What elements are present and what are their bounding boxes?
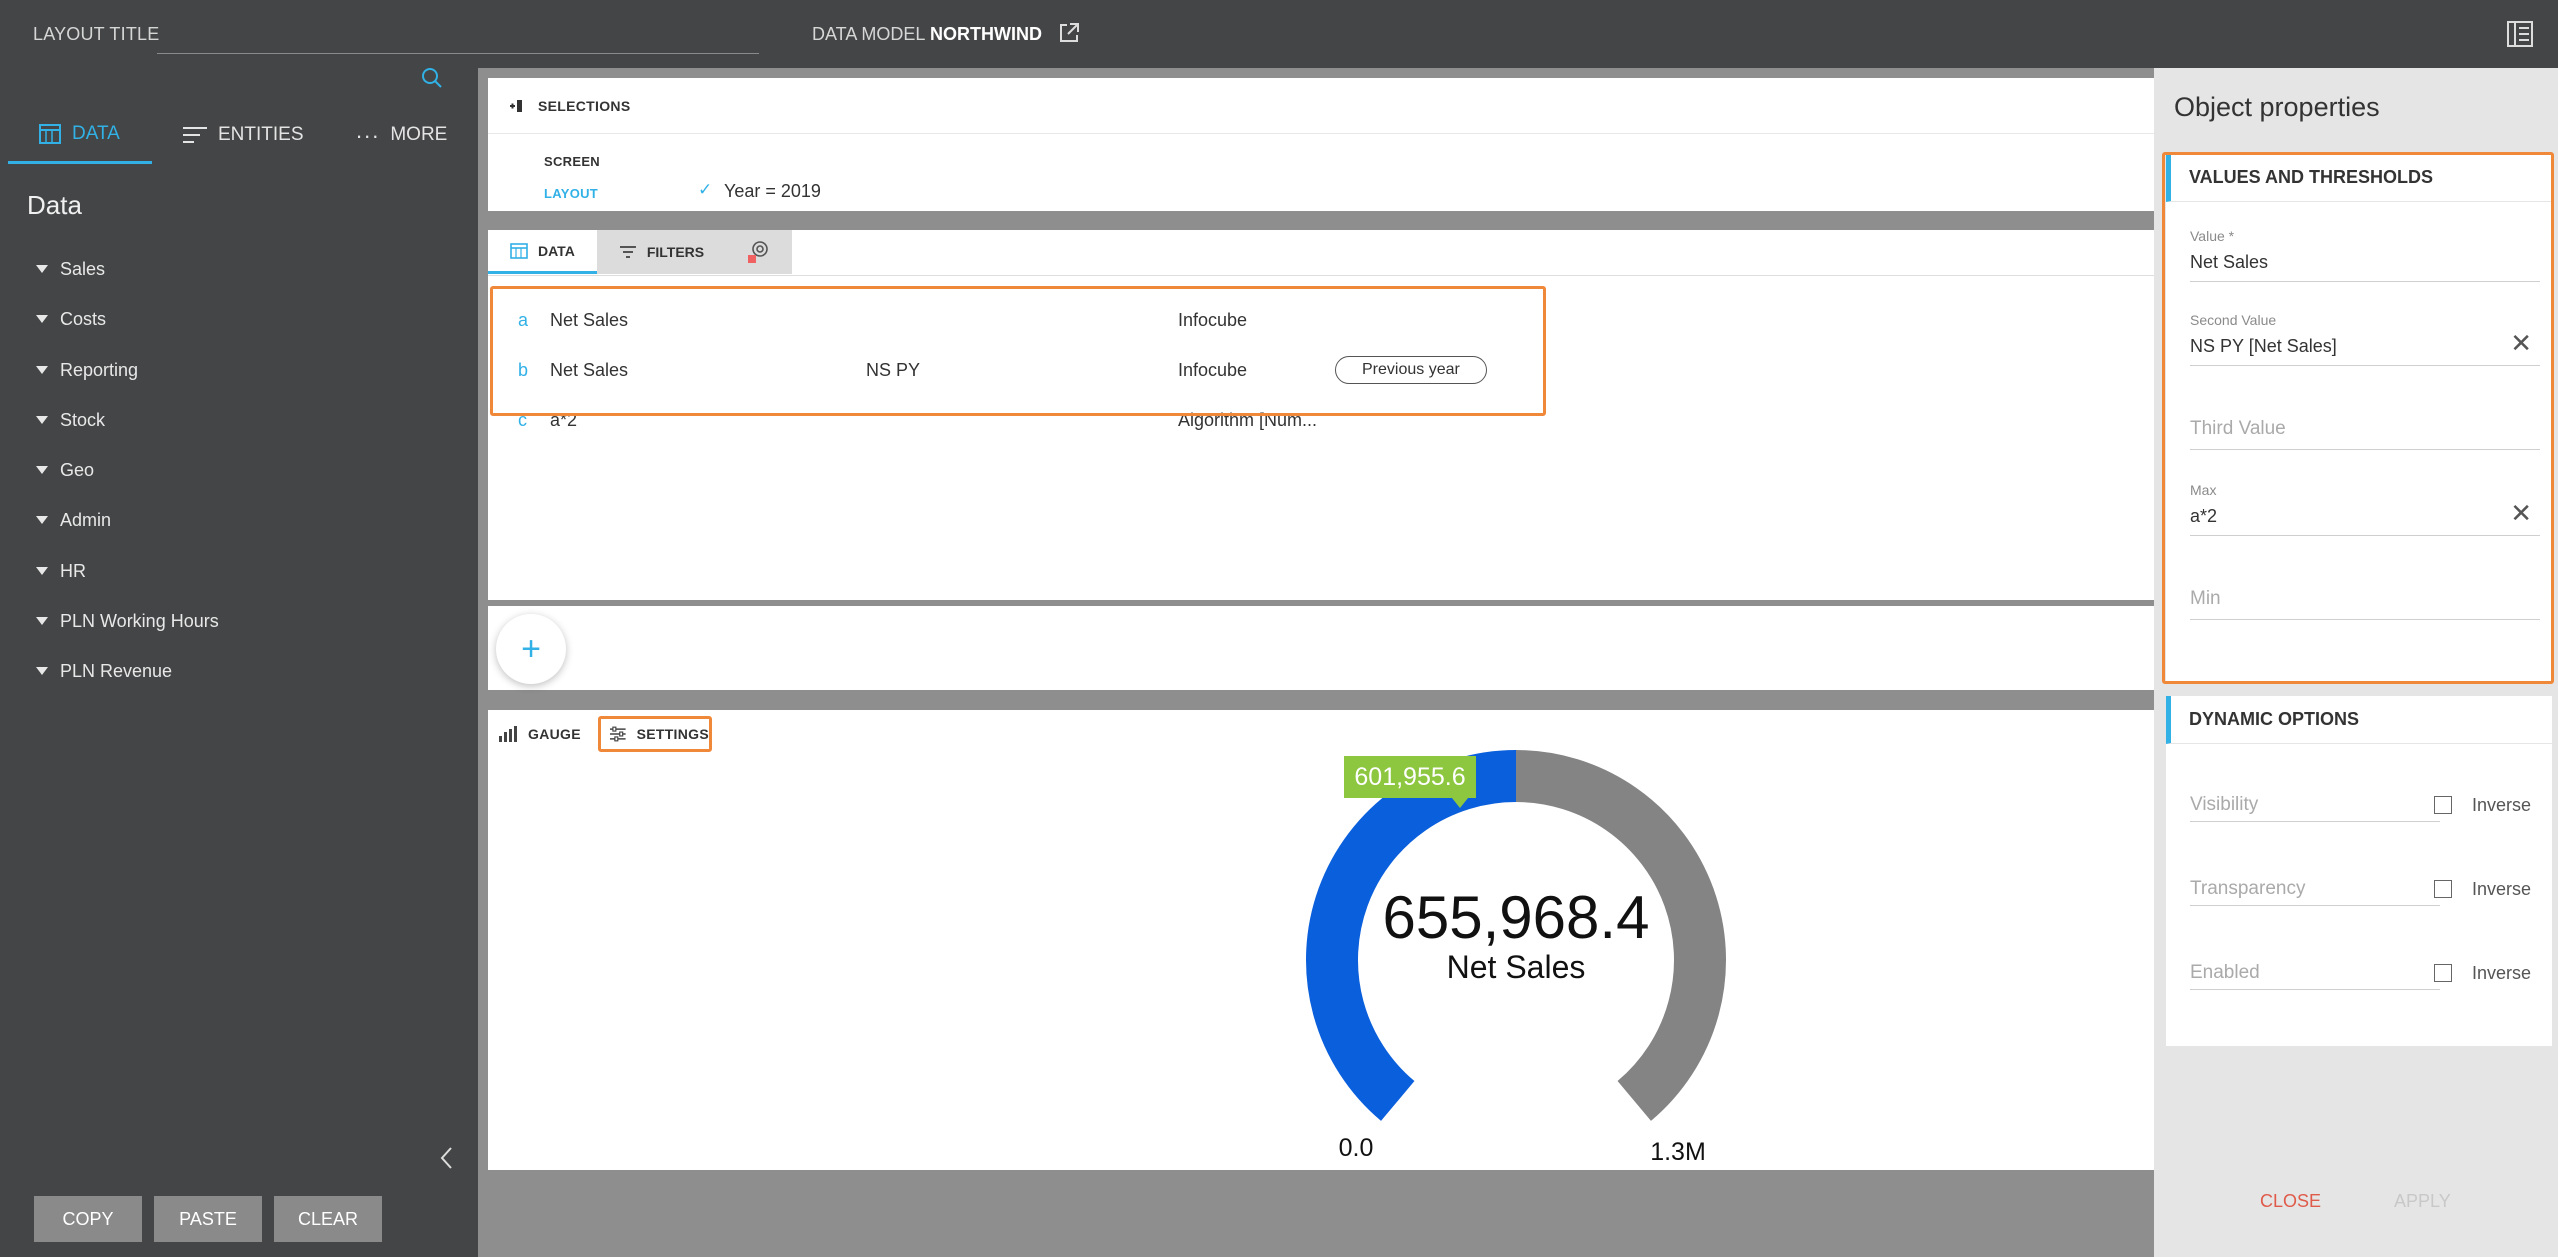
filter-icon <box>619 246 636 258</box>
tab-data-items-label: DATA <box>538 242 575 259</box>
layout-title-label: LAYOUT TITLE <box>33 24 160 44</box>
caret-down-icon <box>36 516 48 524</box>
enabled-field[interactable]: Enabled <box>2190 950 2440 990</box>
visibility-placeholder: Visibility <box>2190 794 2259 815</box>
tab-data-label: DATA <box>72 122 120 144</box>
caret-down-icon <box>36 466 48 474</box>
gauge-marker-label: 601,955.6 <box>1354 763 1465 791</box>
tab-touch[interactable] <box>726 230 793 274</box>
add-bar: + <box>488 606 2154 690</box>
gauge-max-label: 1.3M <box>1650 1138 1706 1166</box>
gauge-measure-label: Net Sales <box>1447 949 1586 985</box>
selections-icon <box>510 99 522 112</box>
tree-item-sales[interactable]: Sales <box>36 254 105 284</box>
layout-label[interactable]: LAYOUT <box>544 186 598 201</box>
gauge-card: GAUGE SETTINGS 601,955.6 655,968.4 Net S… <box>488 710 2154 1170</box>
screen-label[interactable]: SCREEN <box>544 154 600 169</box>
selections-card: SELECTIONS SCREEN LAYOUT ✓ Year = 2019 <box>488 78 2154 211</box>
enabled-inverse-checkbox[interactable] <box>2434 964 2452 982</box>
tab-more-label: MORE <box>390 124 448 145</box>
tree-item-label: Geo <box>60 459 95 480</box>
transparency-field[interactable]: Transparency <box>2190 866 2440 906</box>
layout-title-input[interactable] <box>157 16 759 54</box>
properties-panel-icon[interactable] <box>2506 20 2534 48</box>
caret-down-icon <box>36 567 48 575</box>
tab-more[interactable]: ... MORE <box>356 106 447 164</box>
enabled-placeholder: Enabled <box>2190 962 2260 983</box>
tree-item-label: PLN Revenue <box>60 660 173 681</box>
gauge-value-label: 655,968.4 <box>1383 884 1650 951</box>
gauge-min-label: 0.0 <box>1339 1134 1374 1162</box>
sidebar-heading: Data <box>27 190 82 220</box>
touch-icon <box>748 241 768 263</box>
tree-item-label: PLN Working Hours <box>60 610 219 631</box>
gauge-chart: 601,955.6 655,968.4 Net Sales 0.0 1.3M <box>1306 750 1726 1166</box>
tab-filters-label: FILTERS <box>646 244 705 260</box>
selections-header: SELECTIONS <box>488 78 2154 134</box>
caret-down-icon <box>36 366 48 374</box>
data-model-value: NORTHWIND <box>930 24 1042 44</box>
check-icon: ✓ <box>698 180 713 199</box>
transparency-inverse-label: Inverse <box>2472 879 2532 899</box>
tab-data[interactable]: DATA <box>8 106 152 164</box>
lines-icon <box>183 127 207 143</box>
caret-down-icon <box>36 416 48 424</box>
paste-button[interactable]: PASTE <box>154 1196 262 1242</box>
data-rows-highlight <box>490 286 1546 416</box>
clear-button[interactable]: CLEAR <box>274 1196 382 1242</box>
close-button[interactable]: CLOSE <box>2260 1191 2321 1212</box>
sidebar-tabs: DATA ENTITIES ... MORE <box>0 106 478 164</box>
caret-down-icon <box>36 315 48 323</box>
transparency-inverse-checkbox[interactable] <box>2434 880 2452 898</box>
selections-title: SELECTIONS <box>538 97 631 114</box>
tree-item-label: Admin <box>60 509 112 530</box>
dynamic-options-header[interactable]: DYNAMIC OPTIONS <box>2166 696 2552 744</box>
enabled-inverse-label: Inverse <box>2472 963 2532 983</box>
search-icon[interactable] <box>420 66 444 90</box>
tree-item-geo[interactable]: Geo <box>36 455 94 485</box>
dynamic-options-section: DYNAMIC OPTIONS Visibility Inverse Trans… <box>2166 696 2552 1046</box>
visibility-inverse-checkbox[interactable] <box>2434 796 2452 814</box>
top-bar: LAYOUT TITLE DATA MODEL NORTHWIND <box>0 0 2558 68</box>
table-icon <box>39 123 61 144</box>
tree-item-stock[interactable]: Stock <box>36 405 105 435</box>
values-thresholds-highlight <box>2162 152 2554 684</box>
tree-item-reporting[interactable]: Reporting <box>36 355 138 385</box>
tree-item-label: Sales <box>60 258 106 279</box>
tab-entities-label: ENTITIES <box>218 124 304 145</box>
tab-data-items[interactable]: DATA <box>488 230 597 274</box>
tree-item-label: Costs <box>60 308 107 329</box>
tree-item-label: Stock <box>60 409 106 430</box>
tab-filters[interactable]: FILTERS <box>596 230 727 274</box>
tree-item-admin[interactable]: Admin <box>36 505 111 535</box>
panel-title: Object properties <box>2174 92 2380 122</box>
chevron-left-icon[interactable] <box>437 1145 457 1171</box>
tree-item-pln-revenue[interactable]: PLN Revenue <box>36 656 172 686</box>
data-model-label: DATA MODEL <box>812 24 926 44</box>
caret-down-icon <box>36 265 48 273</box>
object-properties-panel: Object properties VALUES AND THRESHOLDS … <box>2154 68 2558 1257</box>
caret-down-icon <box>36 617 48 625</box>
tree-item-hr[interactable]: HR <box>36 556 86 586</box>
tree-item-label: HR <box>60 560 86 581</box>
visibility-inverse-label: Inverse <box>2472 795 2532 815</box>
add-button[interactable]: + <box>496 614 566 684</box>
tab-entities[interactable]: ENTITIES <box>182 106 304 164</box>
workspace: SELECTIONS SCREEN LAYOUT ✓ Year = 2019 D… <box>478 68 2154 1257</box>
table-icon <box>510 242 528 259</box>
tree-item-costs[interactable]: Costs <box>36 304 106 334</box>
external-link-icon[interactable] <box>1058 22 1080 44</box>
data-tab-strip: DATA FILTERS <box>488 230 2154 276</box>
copy-button[interactable]: COPY <box>34 1196 142 1242</box>
tree-item-pln-working-hours[interactable]: PLN Working Hours <box>36 606 219 636</box>
data-card: DATA FILTERS a Net Sales Infocube b Net … <box>488 230 2154 600</box>
transparency-placeholder: Transparency <box>2190 878 2306 899</box>
caret-down-icon <box>36 667 48 675</box>
ellipsis-icon: ... <box>356 118 381 143</box>
selection-filter[interactable]: Year = 2019 <box>724 181 821 202</box>
apply-button[interactable]: APPLY <box>2394 1191 2451 1212</box>
visibility-field[interactable]: Visibility <box>2190 782 2440 822</box>
tree-item-label: Reporting <box>60 359 139 380</box>
